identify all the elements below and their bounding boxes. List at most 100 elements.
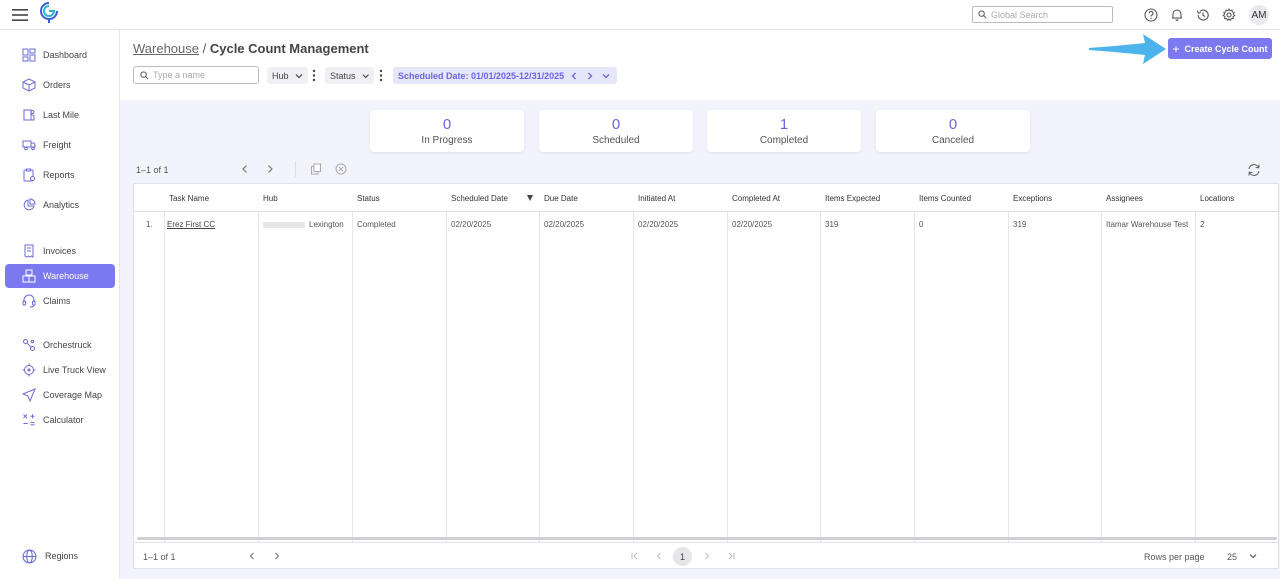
copy-icon[interactable]: [310, 163, 322, 175]
sidebar-item-label: Last Mile: [43, 110, 80, 120]
rows-per-page-label: Rows per page: [1144, 552, 1205, 562]
user-avatar[interactable]: AM: [1249, 5, 1269, 25]
column-header-hub[interactable]: Hub: [258, 184, 352, 212]
sidebar-item-label: Orders: [43, 80, 71, 90]
sidebar-item-calculator[interactable]: Calculator: [5, 408, 115, 432]
bell-icon[interactable]: [1170, 8, 1184, 22]
sidebar-item-label: Dashboard: [43, 50, 88, 60]
sidebar-item-orchestruck[interactable]: Orchestruck: [5, 333, 115, 357]
chevron-right-icon[interactable]: [272, 551, 282, 561]
last-page-icon[interactable]: [726, 551, 736, 561]
column-divider: [633, 184, 634, 542]
stat-value: 1: [779, 116, 789, 133]
hub-cell-value: Lexington: [309, 220, 344, 229]
column-header-items-counted[interactable]: Items Counted: [914, 184, 1008, 212]
calculator-icon: [23, 414, 35, 426]
stat-card-in-progress[interactable]: 0 In Progress: [370, 110, 524, 152]
assignees-cell: Itamar Warehouse Test: [1106, 220, 1189, 229]
cycle-count-table: Task Name Hub Status Scheduled Date Due …: [133, 183, 1279, 543]
column-header-completed-at[interactable]: Completed At: [727, 184, 820, 212]
status-filter[interactable]: Status: [325, 67, 374, 84]
sidebar-item-claims[interactable]: Claims: [5, 289, 115, 313]
column-divider: [352, 184, 353, 542]
sidebar-item-last-mile[interactable]: Last Mile: [5, 103, 115, 127]
chevron-down-icon[interactable]: [600, 70, 612, 82]
table-pagination-summary: 1–1 of 1: [136, 165, 169, 175]
sidebar-item-label: Regions: [45, 551, 79, 561]
create-cycle-count-button[interactable]: + Create Cycle Count: [1168, 38, 1272, 59]
clear-icon[interactable]: [335, 163, 347, 175]
brand-logo-icon[interactable]: [40, 2, 58, 24]
chevron-left-icon[interactable]: [239, 163, 251, 175]
orchestrate-icon: [23, 339, 35, 351]
stat-card-completed[interactable]: 1 Completed: [707, 110, 861, 152]
rows-per-page-select[interactable]: 25: [1227, 552, 1237, 562]
page-title: Cycle Count Management: [209, 41, 369, 56]
sidebar-item-analytics[interactable]: Analytics: [5, 193, 115, 217]
sidebar-item-orders[interactable]: Orders: [5, 73, 115, 97]
sidebar-item-reports[interactable]: Reports: [5, 163, 115, 187]
sidebar-item-coverage-map[interactable]: Coverage Map: [5, 383, 115, 407]
status-filter-more-icon[interactable]: [379, 69, 383, 82]
column-divider: [914, 184, 915, 542]
create-cycle-count-label: Create Cycle Count: [1184, 43, 1268, 54]
column-header-items-expected[interactable]: Items Expected: [820, 184, 914, 212]
stat-value: 0: [948, 116, 958, 133]
column-header-status[interactable]: Status: [352, 184, 446, 212]
hub-filter[interactable]: Hub: [267, 67, 308, 84]
stat-value: 0: [611, 116, 621, 133]
history-icon[interactable]: [1196, 8, 1210, 22]
sidebar-item-dashboard[interactable]: Dashboard: [5, 43, 115, 67]
highlight-arrow-icon: [1089, 34, 1166, 64]
headset-icon: [22, 294, 36, 308]
column-header-task-name[interactable]: Task Name: [164, 184, 258, 212]
scheduled-date-cell: 02/20/2025: [451, 220, 492, 229]
sidebar-item-live-truck-view[interactable]: Live Truck View: [5, 358, 115, 382]
page-number-current[interactable]: 1: [673, 547, 692, 566]
column-header-initiated-at[interactable]: Initiated At: [633, 184, 727, 212]
main-content: Warehouse / Cycle Count Management Hub S…: [120, 30, 1280, 579]
sidebar-item-invoices[interactable]: Invoices: [5, 239, 115, 263]
exceptions-cell: 319: [1013, 220, 1027, 229]
previous-page-icon[interactable]: [654, 551, 664, 561]
stat-label: Scheduled: [592, 135, 640, 146]
column-header-exceptions[interactable]: Exceptions: [1008, 184, 1101, 212]
next-page-icon[interactable]: [702, 551, 712, 561]
chevron-right-icon[interactable]: [584, 70, 596, 82]
column-header-due-date[interactable]: Due Date: [539, 184, 633, 212]
sidebar-item-warehouse[interactable]: Warehouse: [5, 264, 115, 288]
column-divider: [1101, 184, 1102, 542]
stat-card-canceled[interactable]: 0 Canceled: [876, 110, 1030, 152]
chevron-left-icon[interactable]: [568, 70, 580, 82]
column-header-assignees[interactable]: Assignees: [1101, 184, 1195, 212]
chevron-left-icon[interactable]: [247, 551, 257, 561]
stat-card-scheduled[interactable]: 0 Scheduled: [539, 110, 693, 152]
hamburger-menu-icon[interactable]: [11, 6, 29, 24]
first-page-icon[interactable]: [630, 551, 640, 561]
status-cell: Completed: [357, 220, 396, 229]
stat-value: 0: [442, 116, 452, 133]
chevron-right-icon[interactable]: [264, 163, 276, 175]
gear-icon[interactable]: [1222, 8, 1236, 22]
column-header-locations[interactable]: Locations: [1195, 184, 1278, 212]
sort-descending-icon[interactable]: [526, 194, 534, 202]
chevron-down-icon: [362, 73, 369, 78]
sidebar-item-regions[interactable]: Regions: [5, 544, 115, 568]
name-search-field[interactable]: [133, 66, 259, 84]
help-icon[interactable]: [1144, 8, 1158, 22]
global-search-field[interactable]: [972, 6, 1113, 23]
sidebar-item-label: Invoices: [43, 246, 77, 256]
target-icon: [22, 363, 36, 377]
scheduled-date-filter[interactable]: Scheduled Date: 01/01/2025-12/31/2025: [393, 67, 617, 84]
refresh-icon[interactable]: [1247, 163, 1261, 177]
name-search-input[interactable]: [153, 70, 253, 80]
search-icon: [140, 70, 149, 79]
chevron-down-icon[interactable]: [1248, 551, 1258, 561]
sidebar-item-freight[interactable]: Freight: [5, 133, 115, 157]
task-name-link[interactable]: Erez First CC: [162, 220, 215, 229]
hub-filter-more-icon[interactable]: [312, 69, 316, 82]
horizontal-scrollbar[interactable]: [137, 537, 1277, 540]
global-search-input[interactable]: [991, 9, 1101, 20]
breadcrumb-link-warehouse[interactable]: Warehouse: [133, 41, 199, 56]
search-icon: [978, 10, 987, 19]
